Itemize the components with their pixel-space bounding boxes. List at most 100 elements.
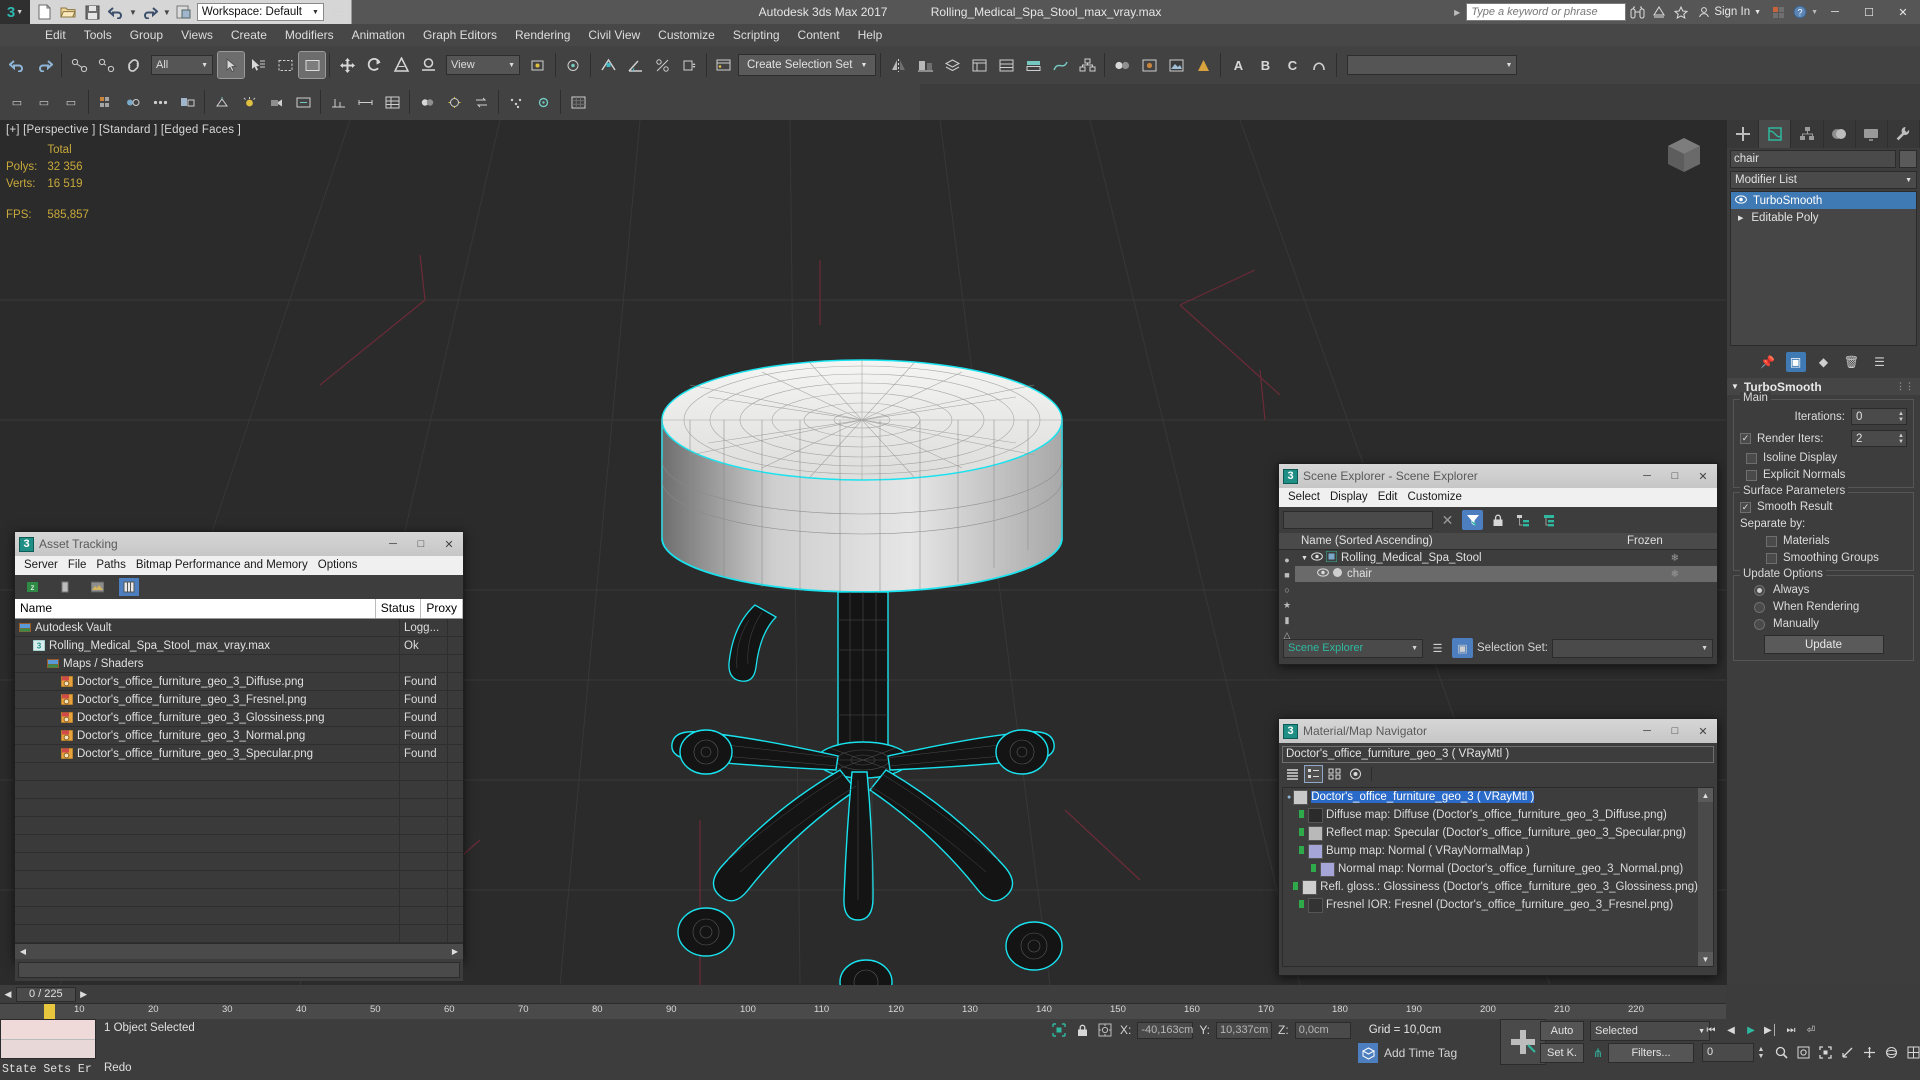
menu-item-content[interactable]: Content [789, 24, 849, 46]
material-swatch[interactable] [1308, 825, 1323, 841]
isoline-display-checkbox[interactable] [1746, 452, 1757, 464]
materials-row[interactable]: Materials [1766, 535, 1907, 547]
menu-item-customize[interactable]: Customize [649, 24, 724, 46]
asset-tracking-titlebar[interactable]: 3 Asset Tracking ─ □ ✕ [15, 532, 463, 556]
time-tag-icon[interactable] [1358, 1043, 1378, 1063]
material-swatch[interactable] [1320, 861, 1335, 877]
large-icon-view-icon[interactable] [1346, 765, 1365, 783]
workspace-selector[interactable]: Workspace: Default ▼ [196, 3, 324, 21]
qat-overflow-icon[interactable]: ☰ [326, 2, 348, 23]
help-icon[interactable]: ? [1789, 0, 1811, 24]
material-swatch[interactable] [1302, 879, 1318, 895]
quick-align-icon[interactable] [325, 89, 351, 115]
menu-item-modifiers[interactable]: Modifiers [276, 24, 343, 46]
key-mode-toggle-icon[interactable]: ⏎ [1802, 1021, 1820, 1039]
axis-constraint-y-icon[interactable]: ▭ [31, 89, 57, 115]
snaps-toggle-icon[interactable] [595, 52, 621, 78]
material-swatch[interactable] [1308, 807, 1323, 823]
curve-editor-icon[interactable] [1047, 52, 1073, 78]
field-of-view-icon[interactable] [1838, 1043, 1857, 1062]
material-swatch[interactable] [1308, 897, 1323, 913]
clear-search-icon[interactable]: ✕ [1437, 510, 1458, 530]
material-list-item[interactable]: Normal map: Normal (Doctor's_office_furn… [1283, 860, 1698, 878]
object-color-swatch[interactable] [1899, 150, 1917, 168]
add-time-tag-area[interactable]: Add Time Tag [1358, 1043, 1457, 1063]
spacing-tool-icon[interactable] [147, 89, 173, 115]
frozen-indicator-icon[interactable]: ❄ [1671, 553, 1679, 564]
detail-view-icon[interactable] [1304, 765, 1323, 783]
display-tab[interactable] [1856, 120, 1888, 148]
toggle-layer-explorer-icon[interactable] [993, 52, 1019, 78]
column-header-proxy[interactable]: Proxy [421, 599, 463, 618]
app-logo-icon[interactable]: 3 ▼ [0, 0, 30, 24]
visibility-eye-icon[interactable] [1317, 568, 1329, 580]
remove-modifier-icon[interactable]: 🗑 [1842, 352, 1862, 372]
grid-settings-icon[interactable] [565, 89, 591, 115]
percent-snap-icon[interactable] [649, 52, 675, 78]
filter-cameras-icon[interactable]: ▮ [1280, 613, 1294, 627]
y-coordinate-field[interactable]: 10,337cm [1216, 1021, 1273, 1039]
explorer-display-icon[interactable]: ▣ [1452, 638, 1473, 658]
search-expand-caret-icon[interactable]: ▶ [1448, 8, 1466, 17]
axis-constraint-z-icon[interactable]: ▭ [58, 89, 84, 115]
open-file-icon[interactable] [57, 2, 79, 23]
asset-close-button[interactable]: ✕ [435, 532, 463, 556]
channel-info-icon[interactable] [379, 89, 405, 115]
menu-item-tools[interactable]: Tools [75, 24, 121, 46]
mini-maxscript-listener[interactable] [0, 1019, 96, 1059]
table-row[interactable]: Doctor's_office_furniture_geo_3_Glossine… [15, 709, 463, 727]
redo-toolbar-icon[interactable] [31, 52, 57, 78]
material-swatch[interactable] [1308, 843, 1323, 859]
explicit-normals-checkbox[interactable] [1746, 469, 1757, 481]
asset-horizontal-scrollbar[interactable]: ◀ ▶ [15, 943, 463, 959]
selection-set-combo[interactable]: ▼ [1551, 638, 1713, 658]
select-and-link-icon[interactable] [66, 52, 92, 78]
layer-explorer-icon[interactable] [939, 52, 965, 78]
matnav-list-container[interactable]: ● Doctor's_office_furniture_geo_3 ( VRayM… [1282, 787, 1714, 967]
scene-explorer-window[interactable]: 3 Scene Explorer - Scene Explorer ─ □ ✕ … [1278, 463, 1718, 665]
angle-snap-icon[interactable] [622, 52, 648, 78]
column-header-name[interactable]: Name [15, 599, 376, 618]
matnav-material-field[interactable]: Doctor's_office_furniture_geo_3 ( VRayMt… [1282, 746, 1714, 763]
favorites-star-icon[interactable] [1670, 0, 1692, 24]
filter-all-icon[interactable]: ● [1280, 553, 1294, 567]
create-tab[interactable] [1727, 120, 1760, 148]
render-iters-spinner[interactable]: 2 ▲ ▼ [1851, 430, 1907, 447]
scene-explorer-titlebar[interactable]: 3 Scene Explorer - Scene Explorer ─ □ ✕ [1279, 464, 1717, 488]
menu-item-graph-editors[interactable]: Graph Editors [414, 24, 506, 46]
modify-tab[interactable] [1759, 120, 1792, 148]
bind-to-space-warp-icon[interactable] [120, 52, 146, 78]
play-animation-icon[interactable]: ▶ [1742, 1021, 1760, 1039]
iterations-spinner[interactable]: 0 ▲ ▼ [1851, 408, 1907, 425]
scroll-left-icon[interactable]: ◀ [15, 947, 31, 956]
menu-item-rendering[interactable]: Rendering [506, 24, 579, 46]
collapse-all-icon[interactable] [1537, 510, 1558, 530]
track-bar[interactable]: 10 20 30 40 50 60 70 80 90 100 110 120 130 140 150 160 1… [0, 1003, 1726, 1020]
create-selection-set-button[interactable]: Create Selection Set ▼ [738, 54, 877, 76]
render-iters-checkbox[interactable]: ✓ [1740, 433, 1751, 444]
new-file-icon[interactable] [33, 2, 55, 23]
axis-constraint-x-icon[interactable]: ▭ [4, 89, 30, 115]
undo-toolbar-icon[interactable] [4, 52, 30, 78]
update-button[interactable]: Update [1763, 635, 1884, 654]
asset-menu-paths[interactable]: Paths [91, 556, 130, 575]
x-coordinate-field[interactable]: -40,163cm [1137, 1021, 1194, 1039]
snapshot-icon[interactable] [120, 89, 146, 115]
menu-item-animation[interactable]: Animation [343, 24, 414, 46]
scene-converter-icon[interactable] [468, 89, 494, 115]
reference-coordinate-combo[interactable]: View ▼ [446, 55, 520, 75]
project-folder-icon[interactable] [173, 2, 195, 23]
key-filter-combo[interactable]: Selected ▼ [1590, 1021, 1710, 1041]
select-and-manipulate-icon[interactable] [560, 52, 586, 78]
z-coordinate-field[interactable]: 0,0cm [1294, 1021, 1351, 1039]
table-row[interactable]: Maps / Shaders [15, 655, 463, 673]
matnav-maximize-button[interactable]: □ [1661, 719, 1689, 743]
scene-list-item[interactable]: ▼ Rolling_Medical_Spa_Stool ❄ [1295, 550, 1717, 566]
measure-distance-icon[interactable] [352, 89, 378, 115]
select-object-icon[interactable] [217, 51, 245, 79]
time-prev-icon[interactable]: ◀ [0, 989, 16, 1000]
columns-toolbar-icon[interactable] [119, 578, 139, 596]
pin-stack-icon[interactable]: 📌 [1758, 352, 1778, 372]
save-file-icon[interactable] [81, 2, 103, 23]
window-crossing-icon[interactable] [298, 51, 326, 79]
